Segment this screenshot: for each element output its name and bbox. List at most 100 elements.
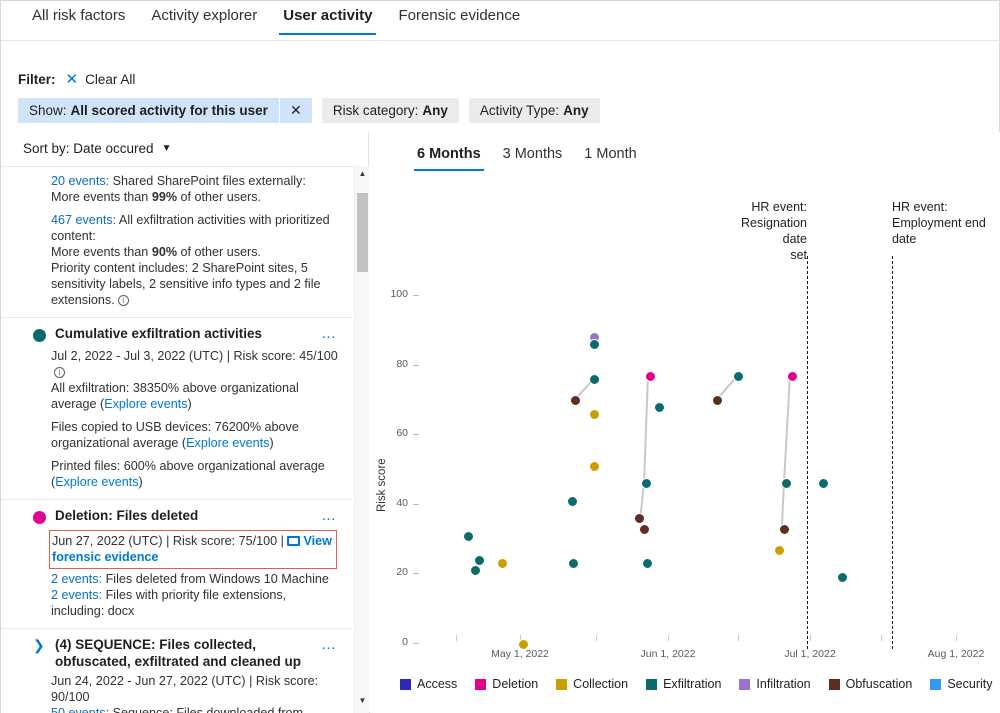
category-dot-exfiltration: [33, 329, 46, 342]
chart-data-point-exfiltration[interactable]: [474, 555, 485, 566]
scrollbar-thumb[interactable]: [357, 193, 368, 272]
chart-data-point-exfiltration[interactable]: [837, 572, 848, 583]
list-scrollbar[interactable]: ▲ ▼: [354, 166, 369, 713]
pill-value: Any: [563, 103, 589, 118]
info-icon[interactable]: i: [118, 295, 129, 306]
chart-data-point-obfuscation[interactable]: [639, 524, 650, 535]
chart-data-point-exfiltration[interactable]: [642, 558, 653, 569]
filter-pill-risk-category[interactable]: Risk category:Any: [322, 98, 459, 123]
event-count-link[interactable]: 20 events:: [51, 174, 109, 188]
tab-user-activity[interactable]: User activity: [270, 1, 385, 35]
y-axis-tick: 60: [370, 427, 408, 439]
event-text: ): [269, 436, 273, 450]
legend-item-obfuscation[interactable]: Obfuscation: [829, 677, 913, 691]
hr-event-marker-line: [807, 256, 808, 649]
event-count-link[interactable]: 467 events:: [51, 213, 116, 227]
filter-pill-activity-type[interactable]: Activity Type:Any: [469, 98, 600, 123]
list-item-sequence[interactable]: ❯ (4) SEQUENCE: Files collected, obfusca…: [1, 628, 353, 713]
event-count-link[interactable]: 2 events:: [51, 572, 102, 586]
card-header: Cumulative exfiltration activities …: [15, 325, 339, 345]
x-axis-tick-mark: [810, 635, 811, 641]
list-item-deletion[interactable]: Deletion: Files deleted … Jun 27, 2022 (…: [1, 499, 353, 628]
chart-data-point-exfiltration[interactable]: [589, 339, 600, 350]
chart-data-point-exfiltration[interactable]: [470, 565, 481, 576]
filter-pill-show[interactable]: Show:All scored activity for this user: [18, 98, 279, 123]
chart-data-point-exfiltration[interactable]: [641, 478, 652, 489]
chart-data-point-obfuscation[interactable]: [570, 395, 581, 406]
chart-data-point-exfiltration[interactable]: [654, 402, 665, 413]
event-count-link[interactable]: 2 events:: [51, 588, 102, 602]
chevron-right-icon[interactable]: ❯: [33, 637, 45, 654]
list-item-cumulative-exfiltration[interactable]: Cumulative exfiltration activities … Jul…: [1, 317, 353, 499]
legend-item-security[interactable]: Security: [930, 677, 992, 691]
legend-label: Security: [947, 677, 992, 691]
card-overflow-menu-button[interactable]: …: [321, 325, 337, 342]
chart-data-point-collection[interactable]: [589, 409, 600, 420]
legend-swatch: [400, 679, 411, 690]
legend-item-access[interactable]: Access: [400, 677, 457, 691]
chart-data-point-collection[interactable]: [589, 461, 600, 472]
legend-swatch: [739, 679, 750, 690]
legend-label: Deletion: [492, 677, 538, 691]
event-line: Printed files: 600% above organizational…: [15, 458, 339, 490]
explore-events-link[interactable]: Explore events: [104, 397, 187, 411]
chart-data-point-obfuscation[interactable]: [634, 513, 645, 524]
chart-data-point-obfuscation[interactable]: [712, 395, 723, 406]
y-axis-tick-mark: [413, 295, 419, 296]
card-overflow-menu-button[interactable]: …: [321, 636, 337, 653]
chart-data-point-deletion[interactable]: [645, 371, 656, 382]
legend-item-deletion[interactable]: Deletion: [475, 677, 538, 691]
event-count-link[interactable]: 50 events:: [51, 706, 109, 713]
close-x-icon: ✕: [290, 102, 302, 119]
clear-all-button[interactable]: ✕ Clear All: [66, 72, 136, 87]
event-line: More events than 99% of other users.: [15, 189, 339, 205]
info-icon[interactable]: i: [54, 367, 65, 378]
legend-item-collection[interactable]: Collection: [556, 677, 628, 691]
percent-value: 99%: [152, 190, 177, 204]
event-text: of other users.: [177, 245, 261, 259]
sequence-connector-line: [781, 483, 785, 525]
chart-data-point-collection[interactable]: [774, 545, 785, 556]
tab-all-risk-factors[interactable]: All risk factors: [19, 1, 138, 35]
sort-by-button[interactable]: Sort by: Date occured ▼: [1, 132, 368, 165]
legend-item-infiltration[interactable]: Infiltration: [739, 677, 810, 691]
hr-event-marker-line: [892, 256, 893, 649]
chart-data-point-exfiltration[interactable]: [818, 478, 829, 489]
legend-item-exfiltration[interactable]: Exfiltration: [646, 677, 721, 691]
card-header: ❯ (4) SEQUENCE: Files collected, obfusca…: [15, 636, 339, 670]
chart-data-point-exfiltration[interactable]: [781, 478, 792, 489]
x-axis-tick: Aug 1, 2022: [928, 648, 985, 660]
chart-legend: Access Deletion Collection Exfiltration Infi…: [400, 677, 1000, 691]
chart-data-point-exfiltration[interactable]: [589, 374, 600, 385]
chart-data-point-collection[interactable]: [497, 558, 508, 569]
remove-show-filter-button[interactable]: ✕: [280, 98, 312, 123]
chart-data-point-deletion[interactable]: [787, 371, 798, 382]
list-item-partial[interactable]: 20 events: Shared SharePoint files exter…: [1, 166, 353, 317]
chart-data-point-exfiltration[interactable]: [567, 496, 578, 507]
event-line: Files copied to USB devices: 76200% abov…: [15, 419, 339, 451]
chart-data-point-collection[interactable]: [518, 639, 529, 650]
chart-data-point-exfiltration[interactable]: [733, 371, 744, 382]
legend-swatch: [475, 679, 486, 690]
activity-list: 20 events: Shared SharePoint files exter…: [1, 166, 353, 713]
tab-label: All risk factors: [32, 7, 125, 24]
event-text: ): [188, 397, 192, 411]
explore-events-link[interactable]: Explore events: [55, 475, 138, 489]
chart-data-point-exfiltration[interactable]: [568, 558, 579, 569]
chart-data-point-exfiltration[interactable]: [463, 531, 474, 542]
tab-forensic-evidence[interactable]: Forensic evidence: [385, 1, 533, 35]
legend-label: Collection: [573, 677, 628, 691]
chart-data-point-obfuscation[interactable]: [779, 524, 790, 535]
risk-score-scatter-chart[interactable]: Risk score 020406080100May 1, 2022Jun 1,…: [370, 132, 1000, 713]
event-text: Shared SharePoint files externally:: [109, 174, 306, 188]
scroll-up-arrow-icon[interactable]: ▲: [355, 166, 369, 181]
y-axis-tick-mark: [413, 504, 419, 505]
user-activity-page: All risk factors Activity explorer User …: [0, 0, 1000, 713]
y-axis-tick-mark: [413, 434, 419, 435]
scroll-down-arrow-icon[interactable]: ▼: [355, 693, 369, 708]
explore-events-link[interactable]: Explore events: [186, 436, 269, 450]
activity-list-scroll-area[interactable]: 20 events: Shared SharePoint files exter…: [1, 166, 369, 713]
card-overflow-menu-button[interactable]: …: [321, 507, 337, 524]
tab-activity-explorer[interactable]: Activity explorer: [138, 1, 270, 35]
y-axis-tick: 100: [370, 288, 408, 300]
